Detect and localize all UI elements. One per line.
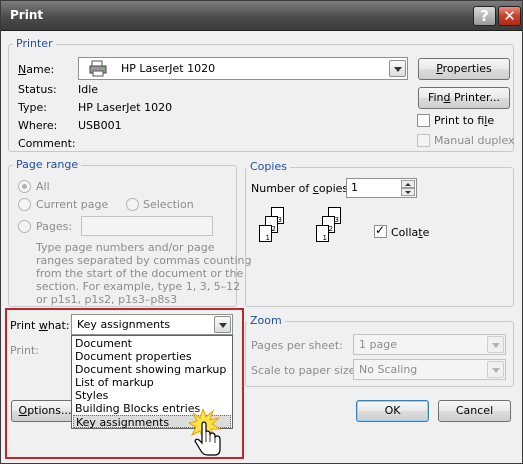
scale-label: Scale to paper size:: [251, 364, 360, 377]
help-button[interactable]: ?: [473, 6, 496, 26]
print-to-file-checkbox[interactable]: [417, 114, 430, 127]
find-printer-button[interactable]: Find Printer...: [418, 87, 510, 109]
collate-label: Collate: [391, 226, 430, 239]
status-value: Idle: [78, 83, 99, 96]
where-value: USB001: [78, 119, 122, 132]
comment-label: Comment:: [18, 137, 76, 150]
page-range-help-line: from the start of the document or the: [36, 267, 244, 280]
window-title: Print: [10, 8, 44, 22]
manual-duplex-checkbox[interactable]: [417, 134, 430, 147]
scale-select[interactable]: No Scaling: [353, 359, 506, 380]
collate-checkbox[interactable]: ✓: [374, 223, 387, 238]
page-range-help-line: Type page numbers and/or page: [36, 241, 215, 254]
highlight-box: [5, 308, 244, 459]
current-page-radio[interactable]: [18, 198, 31, 211]
page-range-help-line: ranges separated by commas counting: [36, 254, 252, 267]
copies-value: 1: [351, 181, 358, 194]
properties-button[interactable]: Properties: [418, 58, 510, 80]
type-label: Type:: [18, 101, 47, 114]
all-radio[interactable]: [18, 180, 31, 193]
title-bar[interactable]: Print ? ✕: [1, 1, 522, 31]
page-icon: 1: [316, 225, 329, 242]
print-to-file-label: Print to file: [434, 114, 495, 127]
selection-radio[interactable]: [126, 198, 139, 211]
pages-per-sheet-value: 1 page: [359, 338, 397, 351]
pages-per-sheet-label: Pages per sheet:: [251, 339, 343, 352]
radio-selected-dot: [22, 184, 27, 189]
status-label: Status:: [18, 83, 57, 96]
pages-radio[interactable]: [18, 220, 31, 233]
print-dialog: Print ? ✕ Printer Name: HP LaserJet 1020…: [0, 0, 523, 464]
printer-name-value: HP LaserJet 1020: [121, 62, 216, 75]
page-range-help-line: section. For example, type 1, 3, 5–12: [36, 280, 241, 293]
where-label: Where:: [18, 119, 58, 132]
zoom-group-label: Zoom: [247, 314, 285, 327]
pages-label: Pages:: [36, 220, 73, 233]
printer-group-label: Printer: [13, 37, 56, 50]
copies-group-label: Copies: [247, 160, 290, 173]
spin-down-icon[interactable]: [401, 188, 415, 196]
spin-up-icon[interactable]: [401, 180, 415, 188]
printer-name-select[interactable]: HP LaserJet 1020: [78, 57, 408, 80]
printer-icon: [89, 60, 107, 77]
close-button[interactable]: ✕: [498, 6, 521, 26]
chevron-down-icon[interactable]: [389, 60, 406, 77]
copies-spinner[interactable]: 1: [346, 178, 417, 198]
selection-label: Selection: [143, 198, 194, 211]
current-page-label: Current page: [36, 198, 109, 211]
number-of-copies-label: Number of copies:: [251, 182, 352, 195]
chevron-down-icon[interactable]: [487, 336, 504, 353]
page-icon: 1: [259, 225, 272, 242]
scale-value: No Scaling: [359, 363, 418, 376]
type-value: HP LaserJet 1020: [78, 101, 173, 114]
all-label: All: [36, 180, 50, 193]
chevron-down-icon[interactable]: [487, 361, 504, 378]
checkmark-icon: ✓: [375, 223, 386, 237]
page-range-group-label: Page range: [13, 158, 82, 171]
ok-button[interactable]: OK: [356, 400, 429, 422]
pages-per-sheet-select[interactable]: 1 page: [353, 334, 506, 355]
manual-duplex-label: Manual duplex: [434, 134, 515, 147]
cancel-button[interactable]: Cancel: [438, 400, 511, 422]
pages-input[interactable]: [81, 216, 213, 236]
printer-name-label: Name:: [18, 63, 55, 76]
page-range-help-line: or p1s1, p1s2, p1s3–p8s3: [36, 293, 178, 306]
